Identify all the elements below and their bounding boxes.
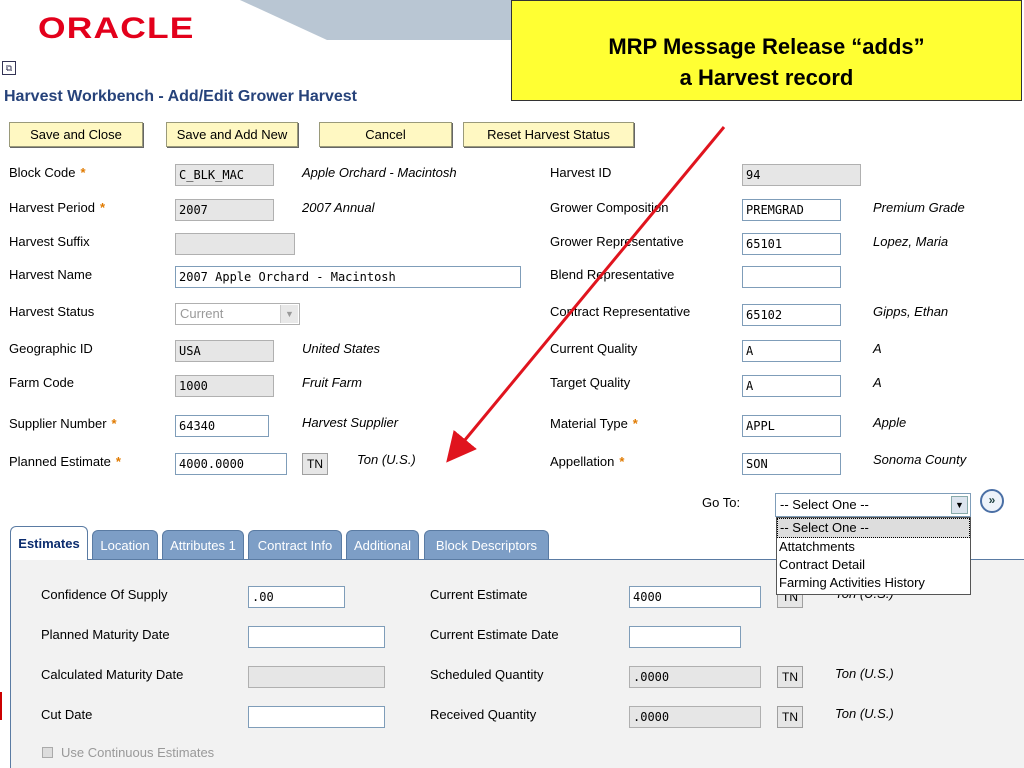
- annotation-arrow-line: [446, 126, 726, 463]
- annotation-arrow: [446, 126, 726, 463]
